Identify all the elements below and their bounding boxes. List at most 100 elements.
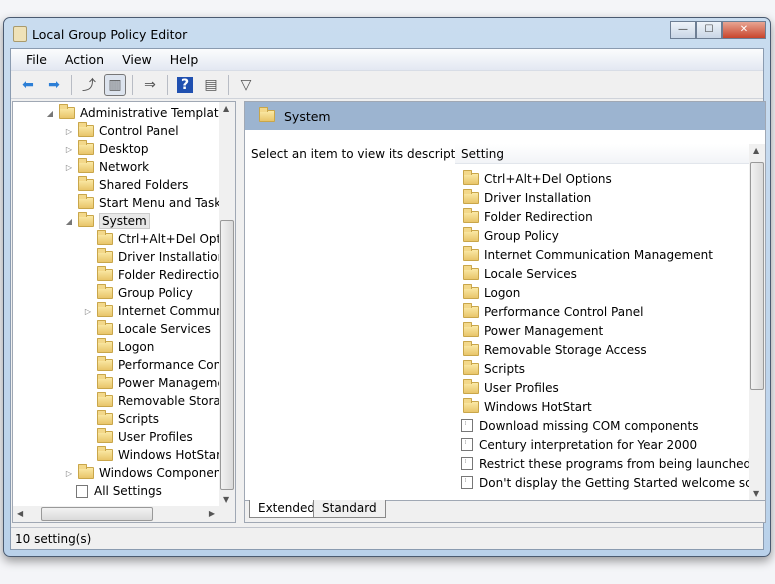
- tree-node-label: Ctrl+Alt+Del Options: [118, 232, 219, 246]
- filter-button[interactable]: ▽: [235, 74, 257, 96]
- tree-horizontal-scrollbar[interactable]: ◀ ▶: [13, 506, 235, 522]
- settings-list: Setting Ctrl+Alt+Del Options Driver Insta…: [455, 132, 765, 500]
- list-item[interactable]: Folder Redirection: [459, 207, 593, 226]
- list-item[interactable]: Ctrl+Alt+Del Options: [459, 169, 612, 188]
- folder-icon: [463, 245, 479, 261]
- forward-button[interactable]: ➡: [43, 74, 65, 96]
- tree-node[interactable]: ▷ Network: [64, 158, 149, 176]
- folder-icon: [463, 226, 479, 242]
- tree-node[interactable]: Shared Folders: [64, 176, 188, 194]
- folder-icon: [97, 374, 113, 389]
- list-item-label: Group Policy: [484, 228, 559, 243]
- tree-node[interactable]: Driver Installation: [83, 248, 219, 266]
- expand-arrow-icon[interactable]: ▷: [83, 307, 93, 316]
- expand-arrow-icon[interactable]: ▷: [64, 145, 74, 154]
- list-vertical-scrollbar[interactable]: ▲ ▼: [749, 144, 765, 500]
- tree-node[interactable]: ▷ Windows Components: [64, 464, 219, 482]
- help-button[interactable]: ?: [174, 74, 196, 96]
- tree-node-label: System: [99, 213, 150, 229]
- list-item[interactable]: ⋮ Don't display the Getting Started welco…: [459, 473, 765, 492]
- tree-node-label: Logon: [118, 340, 155, 354]
- show-action-pane-icon: ▤: [204, 76, 218, 93]
- list-item[interactable]: Windows HotStart: [459, 397, 592, 416]
- tree-node[interactable]: ◢ Administrative Templates: [45, 104, 219, 122]
- list-item[interactable]: Locale Services: [459, 264, 577, 283]
- folder-icon: [259, 107, 275, 122]
- maximize-button[interactable]: ☐: [696, 21, 722, 39]
- show-hide-tree-button[interactable]: ▥: [104, 73, 126, 96]
- tree-node[interactable]: ▷ Internet Communication Management: [83, 302, 219, 320]
- list-item-label: Folder Redirection: [484, 209, 593, 224]
- description-text: Select an item to view its description.: [251, 147, 478, 161]
- tree-node-label: Driver Installation: [118, 250, 219, 264]
- menu-help[interactable]: Help: [161, 52, 208, 67]
- tree-node[interactable]: Locale Services: [83, 320, 211, 338]
- tree-node[interactable]: User Profiles: [83, 428, 193, 446]
- folder-icon: [463, 321, 479, 337]
- show-hide-tree-icon: ▥: [108, 76, 122, 93]
- tree-node[interactable]: All Settings: [64, 482, 162, 500]
- tab-standard[interactable]: Standard: [313, 500, 386, 518]
- tree-node[interactable]: Windows HotStart: [83, 446, 219, 464]
- expand-arrow-icon[interactable]: ◢: [45, 109, 55, 118]
- folder-icon: [463, 359, 479, 375]
- list-item[interactable]: Performance Control Panel: [459, 302, 643, 321]
- list-item-label: User Profiles: [484, 380, 559, 395]
- menu-view[interactable]: View: [113, 52, 161, 67]
- expand-arrow-icon[interactable]: ▷: [64, 163, 74, 172]
- scroll-thumb[interactable]: [41, 507, 153, 521]
- list-item[interactable]: Driver Installation: [459, 188, 591, 207]
- list-item[interactable]: Logon: [459, 283, 520, 302]
- tree-node-label: Scripts: [118, 412, 160, 426]
- menu-file[interactable]: File: [17, 52, 56, 67]
- list-item[interactable]: ⋮ Restrict these programs from being laun…: [459, 454, 765, 473]
- minimize-button[interactable]: —: [670, 21, 696, 39]
- up-folder-button[interactable]: ⤴: [78, 74, 100, 96]
- tree-node[interactable]: Performance Control Panel: [83, 356, 219, 374]
- folder-icon: [463, 340, 479, 356]
- tree-node[interactable]: ▷ Desktop: [64, 140, 149, 158]
- tree-node[interactable]: Removable Storage Access: [83, 392, 219, 410]
- tree-node[interactable]: ▷ Control Panel: [64, 122, 179, 140]
- tree-node[interactable]: Start Menu and Taskbar: [64, 194, 219, 212]
- show-action-pane-button[interactable]: ▤: [200, 74, 222, 96]
- tree-node[interactable]: Logon: [83, 338, 154, 356]
- list-item[interactable]: Removable Storage Access: [459, 340, 647, 359]
- list-item-label: Locale Services: [484, 266, 577, 281]
- close-button[interactable]: ✕: [722, 21, 766, 39]
- menu-action[interactable]: Action: [56, 52, 113, 67]
- folder-icon: [97, 392, 113, 407]
- scroll-thumb[interactable]: [220, 220, 234, 490]
- tree-node[interactable]: ◢ System: [64, 212, 150, 230]
- list-item[interactable]: Group Policy: [459, 226, 559, 245]
- tree-vertical-scrollbar[interactable]: ▲ ▼: [219, 102, 235, 506]
- folder-icon: [78, 122, 94, 137]
- expand-arrow-icon[interactable]: ◢: [64, 217, 74, 226]
- tree-node[interactable]: Folder Redirection: [83, 266, 219, 284]
- export-list-button[interactable]: ⇒: [139, 74, 161, 96]
- list-item[interactable]: User Profiles: [459, 378, 559, 397]
- tree-node-label: Control Panel: [99, 124, 179, 138]
- tree-node-label: User Profiles: [118, 430, 193, 444]
- tree-node[interactable]: Scripts: [83, 410, 159, 428]
- folder-icon: [78, 140, 94, 155]
- tree-node-label: Removable Storage Access: [118, 394, 219, 408]
- list-item[interactable]: ⋮ Download missing COM components: [459, 416, 699, 435]
- back-button[interactable]: ⬅: [17, 74, 39, 96]
- list-item[interactable]: Internet Communication Management: [459, 245, 713, 264]
- list-item-label: Logon: [484, 285, 521, 300]
- list-item[interactable]: Power Management: [459, 321, 603, 340]
- tree-node[interactable]: Power Management: [83, 374, 219, 392]
- list-item-label: Removable Storage Access: [484, 342, 647, 357]
- column-header-setting[interactable]: Setting: [455, 144, 749, 164]
- scroll-thumb[interactable]: [750, 162, 764, 390]
- tree-node[interactable]: Group Policy: [83, 284, 193, 302]
- toolbar: ⬅ ➡ ⤴ ▥ ⇒? ▤ ▽: [11, 71, 763, 99]
- expand-arrow-icon[interactable]: ▷: [64, 127, 74, 136]
- tree-node[interactable]: Ctrl+Alt+Del Options: [83, 230, 219, 248]
- expand-arrow-icon[interactable]: ▷: [64, 469, 74, 478]
- tree-node-label: Group Policy: [118, 286, 193, 300]
- list-item[interactable]: Scripts: [459, 359, 525, 378]
- folder-icon: [97, 284, 113, 299]
- list-item[interactable]: ⋮ Century interpretation for Year 2000: [459, 435, 697, 454]
